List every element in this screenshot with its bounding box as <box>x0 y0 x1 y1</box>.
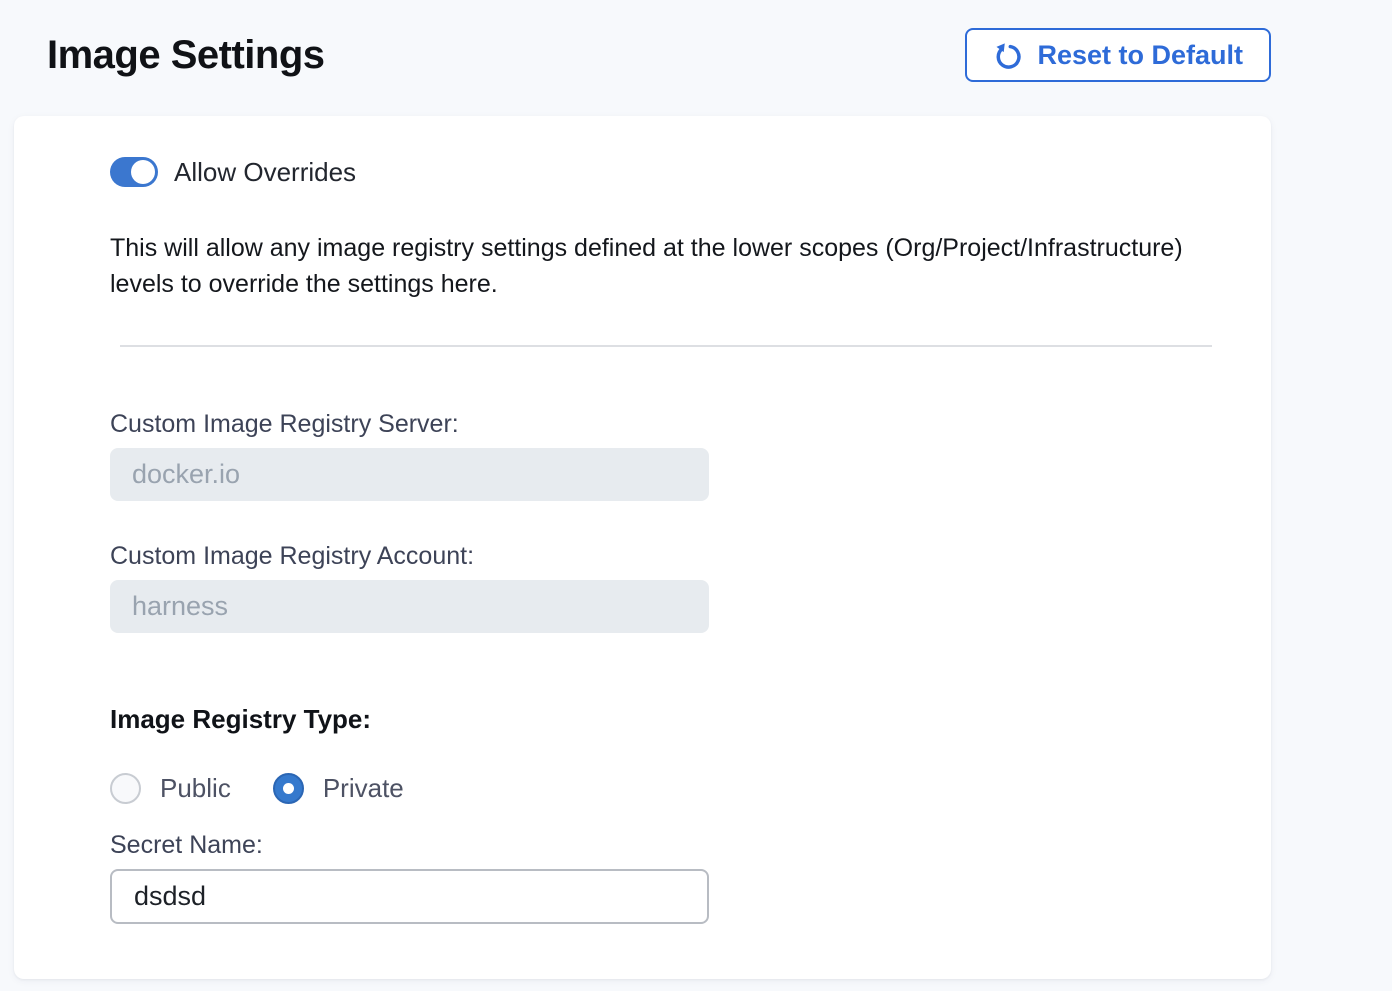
server-field: Custom Image Registry Server: <box>110 409 1271 501</box>
allow-overrides-label: Allow Overrides <box>174 157 356 188</box>
reset-to-default-button[interactable]: Reset to Default <box>965 28 1271 82</box>
registry-type-label: Image Registry Type: <box>110 703 1271 735</box>
public-radio-label: Public <box>160 773 231 804</box>
page-title: Image Settings <box>47 30 325 80</box>
account-field: Custom Image Registry Account: <box>110 541 1271 633</box>
allow-overrides-toggle[interactable] <box>110 157 158 187</box>
toggle-knob-icon <box>131 160 155 184</box>
private-radio-icon[interactable] <box>273 773 304 804</box>
account-field-label: Custom Image Registry Account: <box>110 541 1271 571</box>
page-header: Image Settings Reset to Default <box>0 0 1392 82</box>
radio-option-public[interactable]: Public <box>110 773 231 804</box>
overrides-description: This will allow any image registry setti… <box>110 230 1228 302</box>
server-field-label: Custom Image Registry Server: <box>110 409 1271 439</box>
public-radio-icon[interactable] <box>110 773 141 804</box>
secret-name-input[interactable] <box>110 869 709 924</box>
account-input <box>110 580 709 633</box>
registry-type-options: Public Private <box>110 771 1271 806</box>
section-divider <box>120 345 1212 347</box>
private-radio-label: Private <box>323 773 404 804</box>
reset-button-label: Reset to Default <box>1037 40 1243 71</box>
reset-icon <box>993 40 1024 71</box>
secret-name-field: Secret Name: <box>110 830 1271 924</box>
settings-card: Allow Overrides This will allow any imag… <box>14 116 1271 979</box>
secret-name-label: Secret Name: <box>110 830 1271 860</box>
image-settings-page: Image Settings Reset to Default Allow Ov… <box>0 0 1392 979</box>
radio-option-private[interactable]: Private <box>273 773 404 804</box>
allow-overrides-row: Allow Overrides <box>110 157 1271 187</box>
server-input <box>110 448 709 501</box>
